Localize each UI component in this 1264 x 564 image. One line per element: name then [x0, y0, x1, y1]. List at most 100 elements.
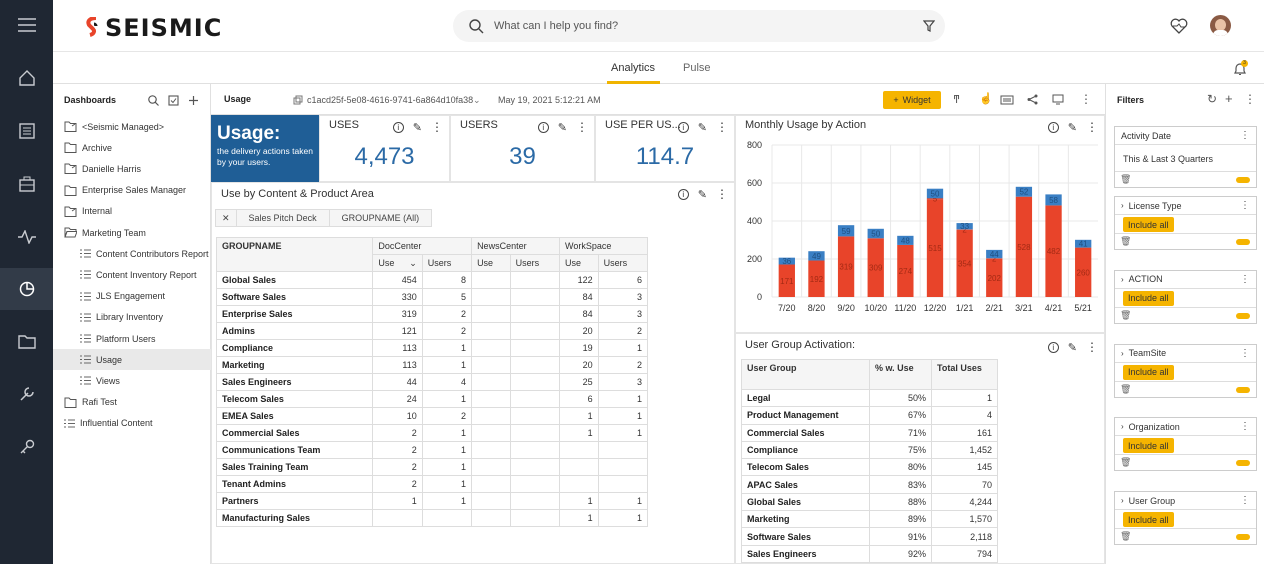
value-cell[interactable] — [509, 458, 561, 476]
value-cell[interactable] — [559, 475, 599, 493]
value-cell[interactable]: 1 — [597, 492, 649, 510]
group-cell[interactable]: Partners — [215, 492, 374, 510]
value-cell[interactable] — [509, 509, 561, 527]
value-cell[interactable]: 319 — [372, 305, 423, 323]
edit-icon[interactable]: ✎ — [1068, 121, 1077, 134]
value-cell[interactable]: 5 — [421, 288, 473, 306]
more-vertical-icon[interactable]: ⋮ — [1240, 130, 1250, 141]
more-vertical-icon[interactable]: ⋮ — [1240, 348, 1250, 359]
value-cell[interactable]: 1 — [421, 441, 473, 459]
value-cell[interactable]: 113 — [372, 339, 423, 357]
value-cell[interactable]: 1,452 — [931, 440, 998, 460]
value-cell[interactable] — [559, 441, 599, 459]
sidebar-item[interactable]: Content Inventory Report — [53, 264, 211, 285]
value-cell[interactable]: 2 — [421, 322, 473, 340]
sidebar-item[interactable]: Usage — [53, 349, 211, 371]
avatar[interactable] — [1210, 15, 1231, 36]
info-icon[interactable]: i — [1047, 121, 1059, 133]
info-icon[interactable]: i — [537, 121, 549, 133]
copy-icon[interactable] — [293, 95, 303, 105]
group-cell[interactable]: Tenant Admins — [215, 475, 374, 493]
trash-icon[interactable]: 🗑 — [1120, 457, 1131, 468]
trash-icon[interactable]: 🗑 — [1120, 310, 1131, 321]
key-icon[interactable] — [0, 426, 53, 468]
breadcrumb-item[interactable]: Sales Pitch Deck — [235, 209, 330, 227]
chevron-right-icon[interactable]: › — [1121, 201, 1124, 210]
value-cell[interactable]: 1 — [372, 492, 423, 510]
value-cell[interactable]: 6 — [597, 271, 649, 289]
info-icon[interactable]: i — [392, 121, 404, 133]
toggle-switch[interactable] — [1236, 239, 1250, 245]
more-vertical-icon[interactable]: ⋮ — [1080, 92, 1092, 106]
value-cell[interactable] — [509, 441, 561, 459]
value-cell[interactable]: 2,118 — [931, 527, 998, 546]
menu-icon[interactable] — [0, 4, 53, 46]
more-vertical-icon[interactable]: ⋮ — [1240, 421, 1250, 432]
col-use[interactable]: Use — [559, 254, 599, 272]
group-cell[interactable]: Sales Training Team — [215, 458, 374, 476]
value-cell[interactable]: 83% — [868, 475, 933, 494]
value-cell[interactable] — [509, 424, 561, 442]
close-icon[interactable]: ✕ — [215, 209, 237, 227]
value-cell[interactable]: 91% — [868, 527, 933, 546]
refresh-icon[interactable]: ↻ — [1207, 92, 1217, 106]
value-cell[interactable]: 161 — [931, 423, 998, 442]
value-cell[interactable]: 3 — [597, 305, 649, 323]
value-cell[interactable] — [597, 458, 649, 476]
value-cell[interactable] — [597, 475, 649, 493]
dashboard-id[interactable]: c1acd25f-5e08-4616-9741-6a864d10fa38 — [307, 95, 473, 105]
more-vertical-icon[interactable]: ⋮ — [1240, 274, 1250, 285]
info-icon[interactable]: i — [677, 121, 689, 133]
sidebar-item[interactable]: Library Inventory — [53, 307, 211, 328]
value-cell[interactable]: 1 — [597, 509, 649, 527]
touch-icon[interactable]: ☝ — [979, 92, 993, 105]
group-cell[interactable]: Sales Engineers — [741, 544, 870, 563]
value-cell[interactable] — [471, 458, 511, 476]
value-cell[interactable]: 1 — [931, 388, 998, 408]
col-users[interactable]: Users — [509, 254, 561, 272]
value-cell[interactable]: 89% — [868, 510, 933, 529]
sidebar-item[interactable]: Enterprise Sales Manager — [53, 180, 211, 201]
value-cell[interactable] — [509, 305, 561, 323]
value-cell[interactable] — [471, 492, 511, 510]
library-icon[interactable] — [0, 110, 53, 152]
pulse-heart-icon[interactable] — [1170, 18, 1188, 34]
include-all-button[interactable]: Include all — [1123, 217, 1174, 232]
folder-icon[interactable] — [0, 321, 53, 363]
filter-box[interactable]: › TeamSite ⋮ Include all 🗑 — [1114, 343, 1257, 398]
sidebar-item[interactable]: Content Contributors Report — [53, 243, 211, 264]
group-cell[interactable]: Sales Engineers — [215, 373, 374, 391]
value-cell[interactable] — [471, 305, 511, 323]
briefcase-icon[interactable] — [0, 163, 53, 205]
filter-icon[interactable] — [923, 20, 935, 32]
value-cell[interactable]: 1 — [559, 492, 599, 510]
more-vertical-icon[interactable]: ⋮ — [1240, 495, 1250, 506]
value-cell[interactable]: 1 — [559, 509, 599, 527]
edit-icon[interactable]: ✎ — [558, 121, 567, 134]
value-cell[interactable]: 1 — [559, 424, 599, 442]
group-cell[interactable]: Commercial Sales — [215, 424, 374, 442]
tab-pulse[interactable]: Pulse — [683, 62, 711, 74]
col-user-group[interactable]: User Group — [741, 359, 870, 390]
filter-box[interactable]: › User Group ⋮ Include all 🗑 — [1114, 491, 1257, 546]
home-icon[interactable] — [0, 57, 53, 99]
group-cell[interactable]: Software Sales — [741, 527, 870, 546]
group-cell[interactable]: Product Management — [741, 406, 870, 425]
value-cell[interactable]: 3 — [597, 373, 649, 391]
info-icon[interactable]: i — [1047, 341, 1059, 353]
group-cell[interactable]: APAC Sales — [741, 475, 870, 494]
wrench-icon[interactable] — [0, 373, 53, 415]
value-cell[interactable]: 1 — [421, 475, 473, 493]
edit-icon[interactable]: ✎ — [698, 121, 707, 134]
value-cell[interactable] — [471, 356, 511, 374]
analytics-icon[interactable] — [0, 268, 53, 310]
value-cell[interactable] — [597, 441, 649, 459]
sidebar-item[interactable]: Internal — [53, 201, 211, 222]
col-groupname[interactable]: GROUPNAME — [215, 237, 374, 272]
more-vertical-icon[interactable]: ⋮ — [1086, 120, 1098, 134]
value-cell[interactable]: 67% — [868, 406, 933, 425]
value-cell[interactable]: 1 — [559, 407, 599, 425]
col-area[interactable]: DocCenter — [372, 237, 473, 255]
value-cell[interactable]: 2 — [597, 322, 649, 340]
sidebar-item[interactable]: Rafi Test — [53, 392, 211, 413]
